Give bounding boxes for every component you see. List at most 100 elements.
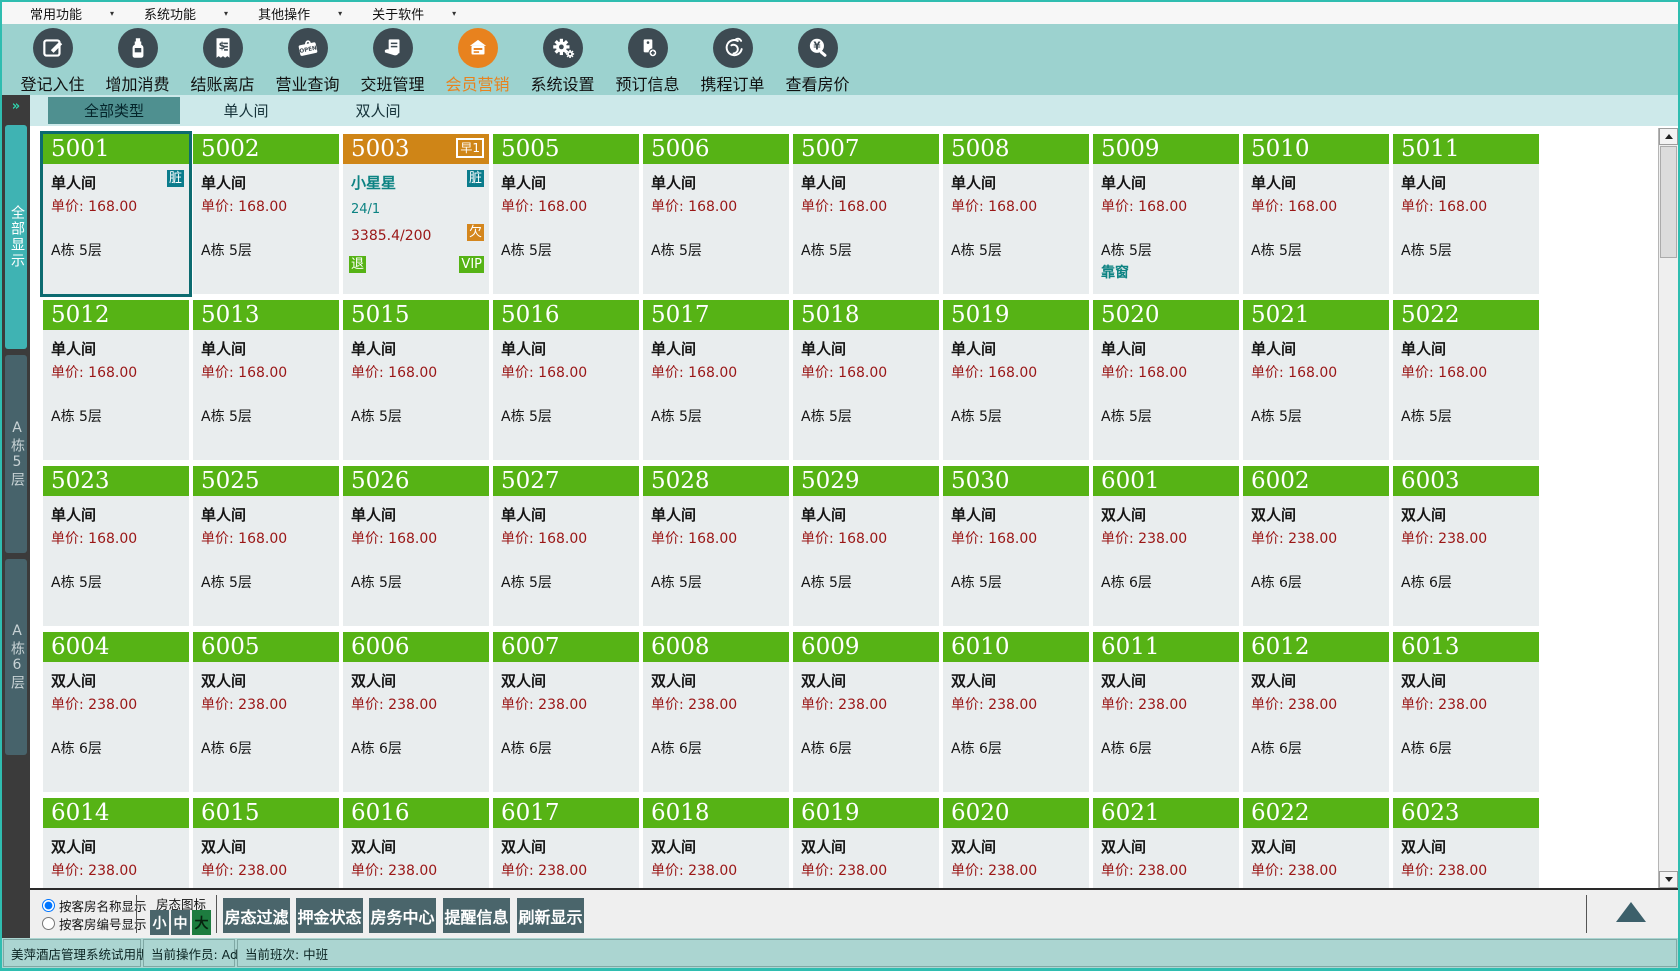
app-version-label: 美萍酒店管理系统试用版2022v8 bbox=[3, 939, 141, 967]
room-cell-5018[interactable]: 5018单人间单价: 168.00A栋 5层 bbox=[793, 300, 939, 460]
scroll-up-button[interactable] bbox=[1659, 128, 1678, 145]
deposit-status-button[interactable]: 押金状态 bbox=[296, 898, 363, 933]
room-cell-5022[interactable]: 5022单人间单价: 168.00A栋 5层 bbox=[1393, 300, 1539, 460]
room-type-label: 双人间 bbox=[1251, 670, 1296, 691]
sidebar-collapse-button[interactable]: » bbox=[2, 95, 30, 121]
tab-room-type-1[interactable]: 单人间 bbox=[180, 97, 312, 124]
room-location-label: A栋 6层 bbox=[801, 738, 852, 758]
room-cell-5019[interactable]: 5019单人间单价: 168.00A栋 5层 bbox=[943, 300, 1089, 460]
expand-up-icon[interactable] bbox=[1616, 902, 1646, 922]
display-by-room-name-radio[interactable] bbox=[42, 899, 55, 912]
room-cell-5006[interactable]: 5006单人间单价: 168.00A栋 5层 bbox=[643, 134, 789, 294]
room-cell-5008[interactable]: 5008单人间单价: 168.00A栋 5层 bbox=[943, 134, 1089, 294]
room-cell-6006[interactable]: 6006双人间单价: 238.00A栋 6层 bbox=[343, 632, 489, 792]
menu-item-2[interactable]: 其他操作▾ bbox=[246, 2, 354, 24]
sidebar-item-building-a-floor6[interactable]: A栋6层 bbox=[5, 559, 27, 755]
room-cell-6018[interactable]: 6018双人间单价: 238.00A栋 6层 bbox=[643, 798, 789, 888]
room-cell-5013[interactable]: 5013单人间单价: 168.00A栋 5层 bbox=[193, 300, 339, 460]
room-cell-5030[interactable]: 5030单人间单价: 168.00A栋 5层 bbox=[943, 466, 1089, 626]
room-type-label: 双人间 bbox=[801, 836, 846, 857]
room-cell-6023[interactable]: 6023双人间单价: 238.00A栋 6层 bbox=[1393, 798, 1539, 888]
room-cell-6008[interactable]: 6008双人间单价: 238.00A栋 6层 bbox=[643, 632, 789, 792]
display-by-room-name-option[interactable]: 按客房名称显示 bbox=[42, 896, 147, 915]
room-cell-5025[interactable]: 5025单人间单价: 168.00A栋 5层 bbox=[193, 466, 339, 626]
room-cell-6013[interactable]: 6013双人间单价: 238.00A栋 6层 bbox=[1393, 632, 1539, 792]
menu-item-0[interactable]: 常用功能▾ bbox=[18, 2, 126, 24]
room-cell-6004[interactable]: 6004双人间单价: 238.00A栋 6层 bbox=[43, 632, 189, 792]
room-cell-6019[interactable]: 6019双人间单价: 238.00A栋 6层 bbox=[793, 798, 939, 888]
room-number: 5030 bbox=[951, 466, 1010, 496]
room-type-label: 单人间 bbox=[501, 504, 546, 525]
room-cell-5021[interactable]: 5021单人间单价: 168.00A栋 5层 bbox=[1243, 300, 1389, 460]
room-header: 6002 bbox=[1243, 466, 1389, 496]
room-cell-6015[interactable]: 6015双人间单价: 238.00A栋 6层 bbox=[193, 798, 339, 888]
room-cell-5026[interactable]: 5026单人间单价: 168.00A栋 5层 bbox=[343, 466, 489, 626]
tab-room-type-0[interactable]: 全部类型 bbox=[48, 97, 180, 124]
room-price-label: 单价: 168.00 bbox=[51, 528, 137, 548]
toolbar-button-system-settings[interactable]: 系统设置 bbox=[520, 24, 605, 95]
sidebar-item-show-all[interactable]: 全部显示 bbox=[5, 125, 27, 349]
room-header: 6017 bbox=[493, 798, 639, 828]
room-cell-6012[interactable]: 6012双人间单价: 238.00A栋 6层 bbox=[1243, 632, 1389, 792]
room-cell-6014[interactable]: 6014双人间单价: 238.00A栋 6层 bbox=[43, 798, 189, 888]
refresh-display-button[interactable]: 刷新显示 bbox=[517, 898, 584, 933]
room-cell-5009[interactable]: 5009单人间单价: 168.00A栋 5层靠窗 bbox=[1093, 134, 1239, 294]
room-cell-6009[interactable]: 6009双人间单价: 238.00A栋 6层 bbox=[793, 632, 939, 792]
toolbar-button-ctrip-order[interactable]: 携程订单 bbox=[690, 24, 775, 95]
room-cell-6005[interactable]: 6005双人间单价: 238.00A栋 6层 bbox=[193, 632, 339, 792]
room-header: 6010 bbox=[943, 632, 1089, 662]
scrollbar-thumb[interactable] bbox=[1660, 146, 1677, 258]
toolbar-button-reservation-info[interactable]: 预订信息 bbox=[605, 24, 690, 95]
toolbar-button-member-marketing[interactable]: 会员营销 bbox=[435, 24, 520, 95]
room-cell-6001[interactable]: 6001双人间单价: 238.00A栋 6层 bbox=[1093, 466, 1239, 626]
room-cell-5027[interactable]: 5027单人间单价: 168.00A栋 5层 bbox=[493, 466, 639, 626]
sidebar-item-building-a-floor5[interactable]: A栋5层 bbox=[5, 355, 27, 553]
room-cell-6007[interactable]: 6007双人间单价: 238.00A栋 6层 bbox=[493, 632, 639, 792]
room-cell-5017[interactable]: 5017单人间单价: 168.00A栋 5层 bbox=[643, 300, 789, 460]
icon-size-large-button[interactable]: 大 bbox=[192, 910, 211, 935]
menu-item-3[interactable]: 关于软件▾ bbox=[360, 2, 468, 24]
room-cell-5020[interactable]: 5020单人间单价: 168.00A栋 5层 bbox=[1093, 300, 1239, 460]
room-cell-6022[interactable]: 6022双人间单价: 238.00A栋 6层 bbox=[1243, 798, 1389, 888]
room-cell-5029[interactable]: 5029单人间单价: 168.00A栋 5层 bbox=[793, 466, 939, 626]
room-cell-6002[interactable]: 6002双人间单价: 238.00A栋 6层 bbox=[1243, 466, 1389, 626]
display-by-room-number-option[interactable]: 按客房编号显示 bbox=[42, 914, 147, 933]
room-cell-6020[interactable]: 6020双人间单价: 238.00A栋 6层 bbox=[943, 798, 1089, 888]
room-cell-6010[interactable]: 6010双人间单价: 238.00A栋 6层 bbox=[943, 632, 1089, 792]
menu-item-1[interactable]: 系统功能▾ bbox=[132, 2, 240, 24]
reminder-info-button[interactable]: 提醒信息 bbox=[443, 898, 510, 933]
tab-room-type-2[interactable]: 双人间 bbox=[312, 97, 444, 124]
vertical-scrollbar[interactable] bbox=[1658, 128, 1678, 888]
housekeeping-center-button[interactable]: 房务中心 bbox=[369, 898, 436, 933]
room-status-filter-button[interactable]: 房态过滤 bbox=[223, 898, 290, 933]
room-cell-5011[interactable]: 5011单人间单价: 168.00A栋 5层 bbox=[1393, 134, 1539, 294]
room-cell-5003[interactable]: 5003早1脏小星星24/13385.4/200欠退VIP bbox=[343, 134, 489, 294]
icon-size-small-button[interactable]: 小 bbox=[150, 910, 169, 935]
room-header: 6023 bbox=[1393, 798, 1539, 828]
toolbar-button-add-consumption[interactable]: 增加消费 bbox=[95, 24, 180, 95]
room-cell-5015[interactable]: 5015单人间单价: 168.00A栋 5层 bbox=[343, 300, 489, 460]
room-cell-5007[interactable]: 5007单人间单价: 168.00A栋 5层 bbox=[793, 134, 939, 294]
room-cell-6016[interactable]: 6016双人间单价: 238.00A栋 6层 bbox=[343, 798, 489, 888]
room-cell-5010[interactable]: 5010单人间单价: 168.00A栋 5层 bbox=[1243, 134, 1389, 294]
icon-size-medium-button[interactable]: 中 bbox=[171, 910, 190, 935]
room-cell-6003[interactable]: 6003双人间单价: 238.00A栋 6层 bbox=[1393, 466, 1539, 626]
room-cell-6021[interactable]: 6021双人间单价: 238.00A栋 6层 bbox=[1093, 798, 1239, 888]
scroll-down-button[interactable] bbox=[1659, 871, 1678, 888]
room-cell-5002[interactable]: 5002单人间单价: 168.00A栋 5层 bbox=[193, 134, 339, 294]
room-cell-5023[interactable]: 5023单人间单价: 168.00A栋 5层 bbox=[43, 466, 189, 626]
room-cell-5012[interactable]: 5012单人间单价: 168.00A栋 5层 bbox=[43, 300, 189, 460]
room-cell-5005[interactable]: 5005单人间单价: 168.00A栋 5层 bbox=[493, 134, 639, 294]
room-cell-6017[interactable]: 6017双人间单价: 238.00A栋 6层 bbox=[493, 798, 639, 888]
display-by-room-number-radio[interactable] bbox=[42, 917, 55, 930]
toolbar-button-business-query[interactable]: OPEN 营业查询 bbox=[265, 24, 350, 95]
room-cell-5001[interactable]: 5001脏单人间单价: 168.00A栋 5层 bbox=[43, 134, 189, 294]
room-cell-6011[interactable]: 6011双人间单价: 238.00A栋 6层 bbox=[1093, 632, 1239, 792]
toolbar-button-checkin[interactable]: 登记入住 bbox=[10, 24, 95, 95]
toolbar-button-room-price[interactable]: ¥ 查看房价 bbox=[775, 24, 860, 95]
room-cell-5016[interactable]: 5016单人间单价: 168.00A栋 5层 bbox=[493, 300, 639, 460]
toolbar-button-shift-management[interactable]: 交班管理 bbox=[350, 24, 435, 95]
toolbar-button-checkout[interactable]: $ 结账离店 bbox=[180, 24, 265, 95]
room-cell-5028[interactable]: 5028单人间单价: 168.00A栋 5层 bbox=[643, 466, 789, 626]
room-location-label: A栋 5层 bbox=[951, 572, 1002, 592]
